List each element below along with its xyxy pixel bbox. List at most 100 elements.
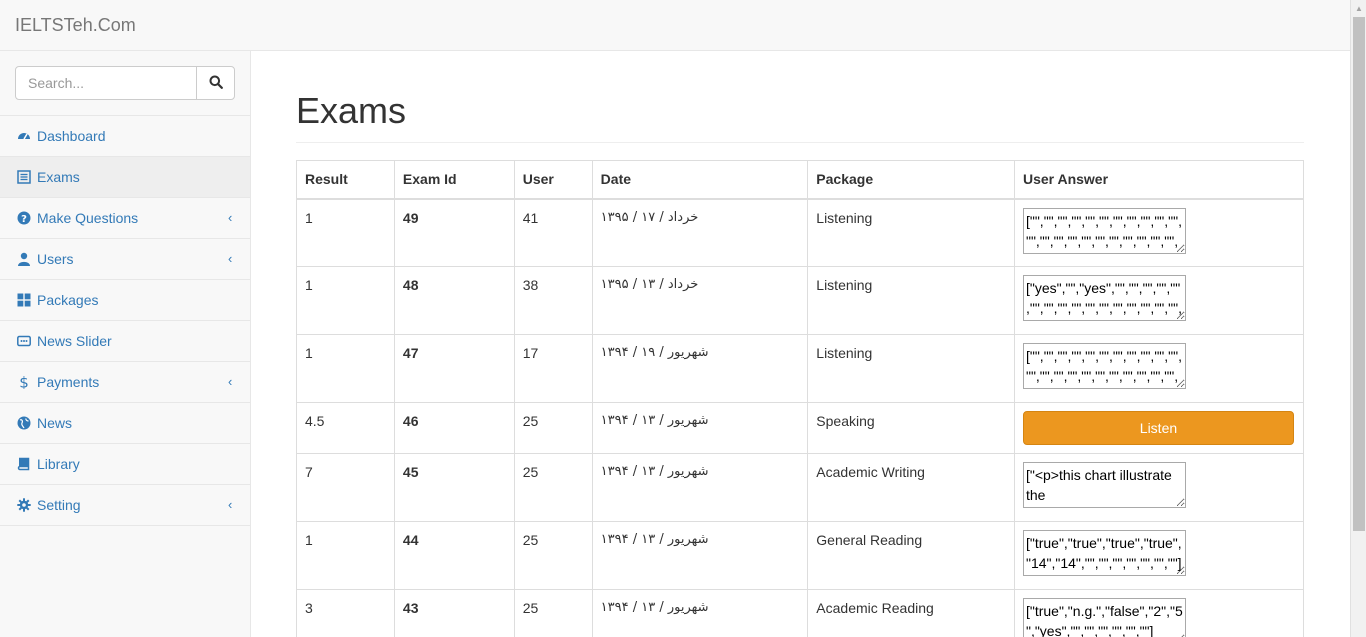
package-cell: Academic Reading [807, 589, 1015, 637]
exam-id-cell: 45 [393, 453, 515, 522]
sidebar-item-exams[interactable]: Exams [0, 157, 250, 198]
sidebar: Dashboard Exams ? Make Questions ‹ Users ‹ Pack… [0, 51, 251, 637]
table-row: 1 49 41 خرداد / ۱۷ / ۱۳۹۵ Listening ["","",""… [296, 198, 1305, 267]
sidebar-item-label: Payments [37, 374, 100, 390]
user-answer-textarea[interactable]: ["true","n.g.","false","2","5","yes","",… [1022, 598, 1186, 637]
sidebar-item-users[interactable]: Users ‹ [0, 239, 250, 280]
question-circle-icon: ? [17, 211, 31, 225]
sidebar-item-news[interactable]: News [0, 403, 250, 444]
header-exam-id[interactable]: Exam Id [393, 160, 515, 200]
user-answer-textarea[interactable]: ["yes","","yes","","","","","","","","",… [1022, 275, 1186, 321]
header-package[interactable]: Package [807, 160, 1015, 200]
user-cell: 17 [513, 334, 593, 403]
page-scrollbar[interactable]: ▲ [1350, 0, 1366, 637]
svg-text:$: $ [19, 375, 29, 389]
user-cell: 41 [513, 198, 593, 267]
result-cell: 1 [296, 521, 395, 590]
header-date[interactable]: Date [591, 160, 809, 200]
grid-icon [17, 293, 31, 307]
sidebar-item-label: Dashboard [37, 128, 106, 144]
user-cell: 25 [513, 589, 593, 637]
dashboard-icon [17, 129, 31, 143]
table-row: 1 48 38 خرداد / ۱۳ / ۱۳۹۵ Listening ["yes",""… [296, 266, 1305, 335]
sidebar-item-label: Setting [37, 497, 81, 513]
sidebar-item-packages[interactable]: Packages [0, 280, 250, 321]
exam-id-cell: 49 [393, 198, 515, 267]
listen-button[interactable]: Listen [1022, 411, 1294, 445]
chevron-left-icon: ‹ [228, 210, 233, 225]
exam-id-cell: 44 [393, 521, 515, 590]
package-cell: General Reading [807, 521, 1015, 590]
sidebar-item-label: Exams [37, 169, 80, 185]
page-header: Exams [296, 89, 1304, 143]
chevron-left-icon: ‹ [228, 497, 233, 512]
search-input[interactable] [15, 66, 197, 100]
header-user[interactable]: User [513, 160, 593, 200]
sidebar-item-news-slider[interactable]: News Slider [0, 321, 250, 362]
sidebar-item-make-questions[interactable]: ? Make Questions ‹ [0, 198, 250, 239]
user-answer-textarea[interactable]: ["","","","","","","","","","","","","",… [1022, 343, 1186, 389]
package-cell: Listening [807, 266, 1015, 335]
table-row: 1 47 17 شهریور / ۱۹ / ۱۳۹۴ Listening ["","","… [296, 334, 1305, 403]
header-user-answer[interactable]: User Answer [1013, 160, 1305, 200]
table-row: 7 45 25 شهریور / ۱۳ / ۱۳۹۴ Academic Writing[… [296, 453, 1305, 522]
user-answer-cell: ["true","n.g.","false","2","5","yes","",… [1013, 589, 1305, 637]
user-answer-cell: ["yes","","yes","","","","","","","","",… [1013, 266, 1305, 335]
user-cell: 25 [513, 521, 593, 590]
result-cell: 4.5 [296, 402, 395, 454]
date-cell: شهریور / ۱۳ / ۱۳۹۴ [591, 521, 809, 590]
scrollbar-thumb[interactable] [1353, 17, 1365, 531]
user-answer-textarea[interactable]: ["","","","","","","","","","","","","",… [1022, 207, 1186, 254]
package-cell: Speaking [807, 402, 1015, 454]
sidebar-search [0, 51, 250, 116]
package-cell: Listening [807, 198, 1015, 267]
result-cell: 1 [296, 198, 395, 267]
search-button[interactable] [196, 66, 235, 100]
table-header-row: Result Exam Id User Date Package User An… [296, 160, 1305, 200]
header-result[interactable]: Result [296, 160, 395, 200]
user-cell: 25 [513, 453, 593, 522]
result-cell: 3 [296, 589, 395, 637]
chevron-left-icon: ‹ [228, 251, 233, 266]
sidebar-menu: Dashboard Exams ? Make Questions ‹ Users ‹ Pack… [0, 116, 250, 526]
sidebar-item-setting[interactable]: Setting ‹ [0, 485, 250, 526]
exam-id-cell: 47 [393, 334, 515, 403]
user-answer-textarea[interactable]: ["true","true","true","true","14","14","… [1022, 530, 1186, 576]
sidebar-item-label: Packages [37, 292, 99, 308]
slider-icon [17, 334, 31, 348]
globe-icon [17, 416, 31, 430]
package-cell: Academic Writing [807, 453, 1015, 522]
dollar-icon: $ [17, 375, 31, 389]
date-cell: شهریور / ۱۳ / ۱۳۹۴ [591, 402, 809, 454]
date-cell: خرداد / ۱۳ / ۱۳۹۵ [591, 266, 809, 335]
date-cell: شهریور / ۱۳ / ۱۳۹۴ [591, 589, 809, 637]
table-row: 3 43 25 شهریور / ۱۳ / ۱۳۹۴ Academic Reading[… [296, 589, 1305, 637]
sidebar-item-library[interactable]: Library [0, 444, 250, 485]
page-wrapper: Exams Result Exam Id User Date Package U… [251, 51, 1350, 637]
chevron-left-icon: ‹ [228, 374, 233, 389]
sidebar-item-label: News [37, 415, 73, 431]
sidebar-item-dashboard[interactable]: Dashboard [0, 116, 250, 157]
book-icon [17, 457, 31, 471]
user-answer-cell: ["","","","","","","","","","","","","",… [1013, 198, 1305, 267]
svg-text:?: ? [21, 214, 27, 225]
result-cell: 1 [296, 266, 395, 335]
exam-id-cell: 48 [393, 266, 515, 335]
search-icon [209, 75, 223, 92]
date-cell: شهریور / ۱۹ / ۱۳۹۴ [591, 334, 809, 403]
sidebar-item-label: News Slider [37, 333, 112, 349]
user-cell: 38 [513, 266, 593, 335]
sidebar-item-payments[interactable]: $ Payments ‹ [0, 362, 250, 403]
result-cell: 7 [296, 453, 395, 522]
scroll-up-arrow-icon[interactable]: ▲ [1351, 0, 1366, 16]
user-icon [17, 252, 31, 266]
user-answer-textarea[interactable]: ["<p>this chart illustrate the [1022, 462, 1186, 508]
sidebar-item-label: Users [37, 251, 74, 267]
brand-link[interactable]: IELTSTeh.Com [15, 15, 136, 35]
cog-icon [17, 498, 31, 512]
user-answer-cell: ["","","","","","","","","","","","","",… [1013, 334, 1305, 403]
package-cell: Listening [807, 334, 1015, 403]
page-title: Exams [296, 90, 407, 131]
date-cell: شهریور / ۱۳ / ۱۳۹۴ [591, 453, 809, 522]
table-row: 1 44 25 شهریور / ۱۳ / ۱۳۹۴ General Reading ["… [296, 521, 1305, 590]
